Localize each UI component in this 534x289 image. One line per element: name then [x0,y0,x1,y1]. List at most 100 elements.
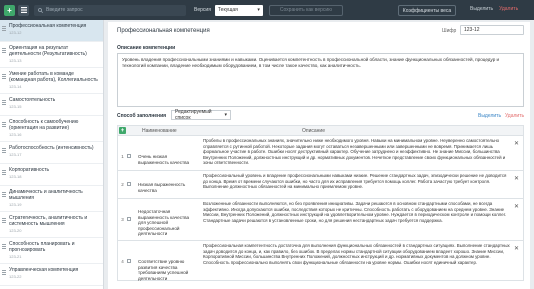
drag-handle-icon[interactable] [2,100,6,105]
header-description: Описание [302,127,326,134]
sidebar-item-title: Динамичность и аналитичность мышления [9,189,83,201]
sidebar-item-title: Самостоятельность [9,97,56,103]
row-checkbox[interactable] [127,136,134,170]
sidebar-item-title: Способность планировать и прогнозировать [9,241,75,253]
row-name[interactable]: Очень низкая выраженность качества [134,136,199,170]
row-description[interactable]: Профессиональный уровень и владение проф… [199,171,514,198]
drag-handle-icon[interactable] [2,170,6,175]
row-description[interactable]: Возложенные обязанности выполняются, но … [199,199,514,240]
version-select[interactable]: Текущая ▾ [214,4,263,16]
close-icon[interactable]: ✕ [514,245,519,252]
drag-handle-icon[interactable] [2,122,6,127]
chevron-down-icon: ▾ [257,7,260,13]
sidebar-item[interactable]: Динамичность и аналитичность мышления 123… [0,186,103,212]
menu-icon[interactable] [18,4,29,16]
table-header: + Наименование Описание [117,125,524,136]
close-icon[interactable]: ✕ [514,203,519,210]
table-row[interactable]: 1 Очень низкая выраженность качества Про… [117,136,524,171]
row-checkbox[interactable] [127,241,134,280]
drag-handle-icon[interactable] [2,192,6,197]
top-toolbar: + Версия Текущая ▾ Сохранить как версию … [0,0,534,20]
drag-handle-icon[interactable] [2,270,6,275]
cipher-input[interactable] [460,25,524,35]
version-label: Версия [194,7,211,13]
drag-handle-icon[interactable] [2,244,6,249]
sidebar-item[interactable]: Ориентация на результат деятельности (Ре… [0,42,103,68]
sidebar-item-title: Корпоративность [9,167,50,173]
sidebar-item-title: Стратегичность, аналитичность и системно… [9,215,88,227]
sidebar-item-code: 123-13 [9,58,22,63]
version-value: Текущая [217,7,238,13]
select-button[interactable]: Выделить [470,6,493,12]
cipher-label: Шифр [442,28,457,34]
close-icon[interactable]: ✕ [514,140,519,147]
sidebar-item-code: 123-18 [9,174,22,179]
sidebar-item[interactable]: Способность планировать и прогнозировать… [0,238,103,264]
sidebar-item-title: Управленческая компетенция [9,267,79,273]
close-icon[interactable]: ✕ [514,175,519,182]
row-number: 3 [121,217,124,222]
sidebar-item-code: 123-17 [9,152,22,157]
add-button[interactable]: + [4,4,15,16]
row-checkbox[interactable] [127,171,134,198]
chevron-down-icon: ▾ [224,112,227,118]
sidebar-item-code: 123-14 [9,84,22,89]
sidebar-item-title: Профессиональная компетенция [9,23,87,29]
sidebar-item[interactable]: Профессиональная компетенция 123-12 [0,20,103,42]
fill-method-select[interactable]: Редактируемый список ▾ [171,109,231,121]
sidebar-item-title: Ориентация на результат деятельности (Ре… [9,45,87,57]
sidebar-item-code: 123-15 [9,104,22,109]
add-row-button[interactable]: + [119,127,126,134]
drag-handle-icon[interactable] [2,218,6,223]
competency-editor: Профессиональная компетенция Шифр Описан… [108,22,530,289]
table-row[interactable]: 3 Недостаточная выраженность качества дл… [117,199,524,241]
save-version-button[interactable]: Сохранить как версию [268,4,343,16]
coefficients-button[interactable]: Коэффициенты веса [398,5,456,16]
row-name[interactable]: Недостаточная выраженность качества для … [134,199,199,240]
sidebar-item[interactable]: Корпоративность 123-18 [0,164,103,186]
search-box[interactable] [34,4,186,16]
drag-handle-icon[interactable] [2,148,6,153]
row-description[interactable]: Профессиональная компетентность достаточ… [199,241,514,280]
sidebar-item[interactable]: Работоспособность (интенсивность) 123-17 [0,142,103,164]
page-title: Профессиональная компетенция [117,28,210,34]
sidebar-item-code: 123-22 [9,274,22,279]
sidebar-item-title: Способность к самообучению (ориентация н… [9,119,79,131]
row-number: 2 [121,182,124,187]
description-textarea[interactable]: Уровень владения профессиональными знани… [117,53,524,107]
sidebar-item-code: 123-16 [9,132,22,137]
description-label: Описание компетенции [117,45,176,51]
sidebar-item-title: Работоспособность (интенсивность) [9,145,94,151]
levels-table: + Наименование Описание 1 Очень низкая в… [117,125,524,281]
drag-handle-icon[interactable] [2,48,6,53]
row-name[interactable]: Низкая выраженность качества [134,171,199,198]
row-checkbox[interactable] [127,199,134,240]
search-icon [38,7,43,13]
sidebar-item-code: 123-12 [9,30,22,35]
row-name[interactable]: Соответствие уровню развития качества тр… [134,241,199,281]
sidebar-item-code: 123-20 [9,228,22,233]
row-description[interactable]: Пробелы в профессиональных знаниях, знач… [199,136,514,170]
sidebar-item[interactable]: Самостоятельность 123-15 [0,94,103,116]
fill-method-label: Способ заполнения [117,113,167,119]
select-all-link[interactable]: Выделить [478,113,501,119]
sidebar-item-title: Умение работать в команде (командная раб… [9,71,98,83]
sidebar-item-code: 123-21 [9,254,22,259]
fill-method-value: Редактируемый список [175,109,212,121]
competency-list: Профессиональная компетенция 123-12 Ориен… [0,20,104,289]
row-number: 1 [121,154,124,159]
sidebar-item[interactable]: Умение работать в команде (командная раб… [0,68,103,94]
header-name: Наименование [142,127,177,134]
sidebar-item[interactable]: Способность к самообучению (ориентация н… [0,116,103,142]
delete-link[interactable]: Удалить [505,113,524,119]
sidebar-item-code: 123-19 [9,202,22,207]
sidebar-item[interactable]: Стратегичность, аналитичность и системно… [0,212,103,238]
search-input[interactable] [46,7,176,13]
delete-button[interactable]: Удалить [499,6,518,12]
row-number: 4 [121,259,124,264]
table-row[interactable]: 4 Соответствие уровню развития качества … [117,241,524,281]
table-row[interactable]: 2 Низкая выраженность качества Профессио… [117,171,524,199]
drag-handle-icon[interactable] [2,74,6,79]
sidebar-item[interactable]: Управленческая компетенция 123-22 [0,264,103,286]
drag-handle-icon[interactable] [2,26,6,31]
